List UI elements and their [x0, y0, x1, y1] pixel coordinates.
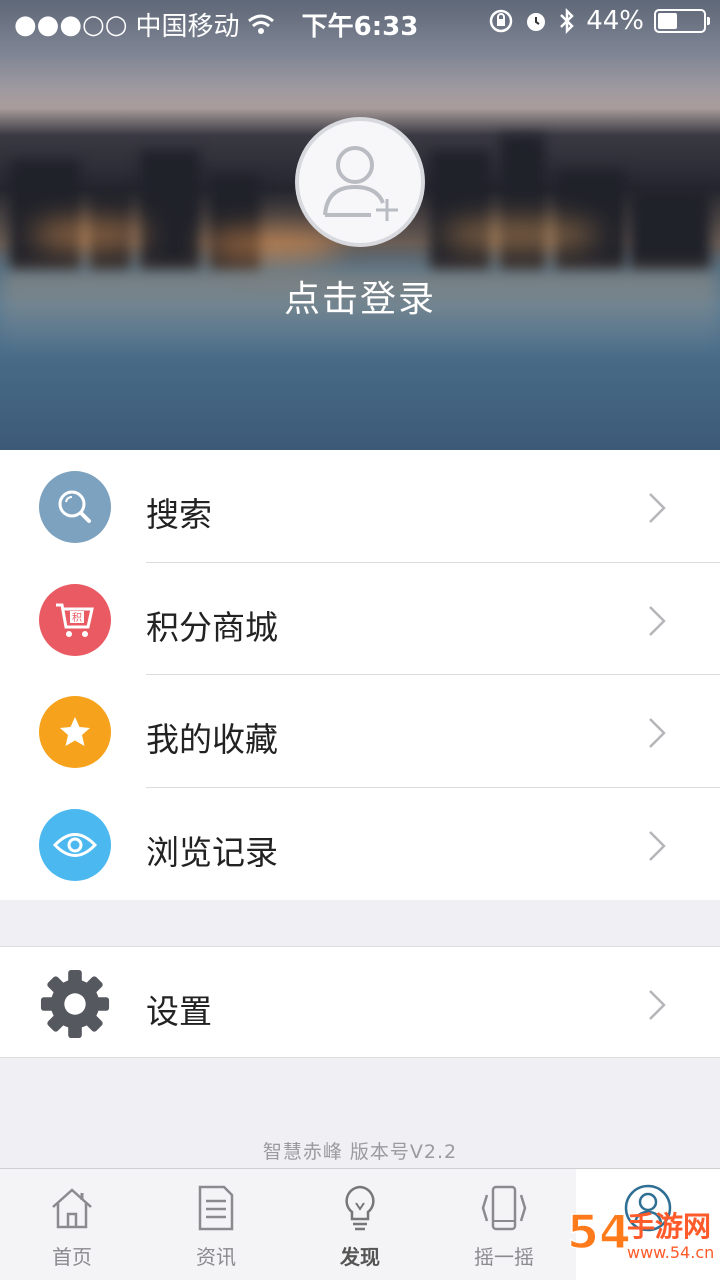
battery-icon	[654, 9, 710, 33]
chevron-right-icon	[649, 493, 666, 523]
tab-label: 发现	[340, 1245, 380, 1269]
eye-icon	[39, 808, 111, 881]
menu-list: 搜索 积 积分商城 我的收藏 浏览记录	[0, 450, 720, 900]
tab-shake[interactable]: 摇一摇	[432, 1169, 576, 1280]
home-icon	[52, 1188, 92, 1229]
svg-text:www.54.cn: www.54.cn	[627, 1243, 714, 1262]
shake-phone-icon	[481, 1185, 527, 1231]
lightbulb-icon	[345, 1185, 375, 1231]
svg-text:手游网: 手游网	[627, 1210, 711, 1243]
tab-label: 首页	[52, 1245, 92, 1269]
alarm-icon	[527, 13, 546, 31]
shopping-cart-icon: 积	[39, 583, 111, 656]
cart-badge-text: 积	[72, 612, 82, 624]
menu-item-label: 积分商城	[146, 607, 278, 647]
battery-percent: 44%	[586, 6, 644, 36]
menu-item-settings[interactable]: 设置	[0, 947, 720, 1059]
tab-news[interactable]: 资讯	[144, 1169, 288, 1280]
svg-text:54: 54	[567, 1205, 631, 1259]
star-icon	[39, 696, 111, 768]
menu-item-history[interactable]: 浏览记录	[0, 788, 720, 901]
chevron-right-icon	[649, 990, 666, 1020]
tab-label: 资讯	[196, 1245, 236, 1269]
login-link[interactable]: 点击登录	[0, 270, 720, 322]
avatar-add-user-button[interactable]	[295, 117, 425, 247]
menu-item-label: 浏览记录	[146, 832, 278, 872]
chevron-right-icon	[649, 718, 666, 748]
menu-item-label: 搜索	[146, 495, 212, 534]
document-icon	[198, 1185, 234, 1231]
gear-icon	[39, 968, 111, 1040]
bluetooth-icon	[560, 7, 574, 35]
menu-item-search[interactable]: 搜索	[0, 450, 720, 563]
site-watermark: 54 手游网 www.54.cn	[566, 1204, 714, 1262]
version-text: 智慧赤峰 版本号V2.2	[262, 1141, 458, 1163]
menu-item-label: 设置	[146, 992, 212, 1031]
add-user-icon	[323, 146, 398, 221]
chevron-right-icon	[649, 605, 666, 636]
menu-item-label: 我的收藏	[146, 720, 278, 759]
menu-item-points-mall[interactable]: 积 积分商城	[0, 563, 720, 675]
tab-home[interactable]: 首页	[0, 1169, 144, 1280]
settings-group: 设置	[0, 946, 720, 1058]
status-bar: ●●●○○ 中国移动 下午6:33 44%	[0, 0, 720, 46]
tab-discover[interactable]: 发现	[288, 1169, 432, 1280]
menu-item-favorites[interactable]: 我的收藏	[0, 675, 720, 788]
rotation-lock-icon	[489, 9, 513, 33]
chevron-right-icon	[649, 830, 666, 861]
tab-label: 摇一摇	[474, 1245, 534, 1269]
search-icon	[39, 471, 111, 543]
